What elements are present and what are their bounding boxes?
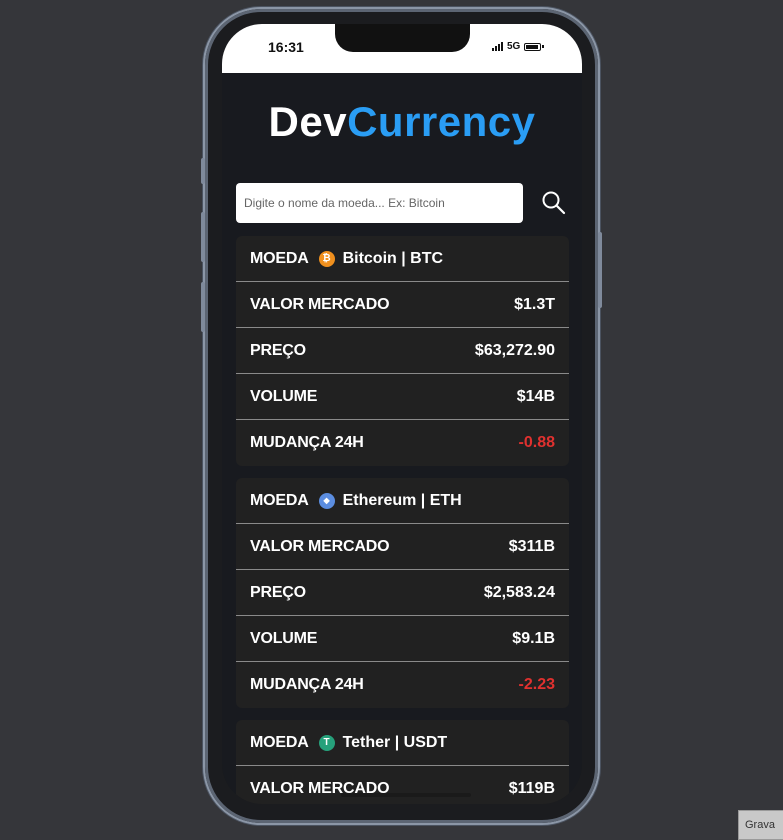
price-row: PREÇO $63,272.90 [236,328,569,374]
price-label: PREÇO [250,341,306,359]
coin-row: MOEDA ₿ Bitcoin | BTC [236,236,569,282]
status-bar: 16:31 5G [222,24,582,73]
volume-value: $9.1B [512,629,555,647]
price-value: $63,272.90 [474,341,555,359]
market-cap-value: $1.3T [514,295,555,313]
recording-tab[interactable]: Grava [738,810,783,840]
coin-card-bitcoin: MOEDA ₿ Bitcoin | BTC VALOR MERCADO $1.3… [236,236,569,466]
volume-label: VOLUME [250,387,318,405]
coin-list: MOEDA ₿ Bitcoin | BTC VALOR MERCADO $1.3… [236,236,569,804]
ethereum-icon: ◆ [318,492,335,509]
price-label: PREÇO [250,583,306,601]
market-cap-value: $119B [508,780,555,797]
coin-card-tether: MOEDA T Tether | USDT VALOR MERCADO $119… [236,720,569,804]
recording-tab-label: Grava [745,819,775,831]
market-cap-row: VALOR MERCADO $119B [236,766,569,804]
signal-icon [492,42,503,51]
coin-label: MOEDA [250,249,309,267]
price-row: PREÇO $2,583.24 [236,570,569,616]
change-row: MUDANÇA 24H -2.23 [236,662,569,708]
coin-label: MOEDA [250,491,309,509]
coin-row: MOEDA T Tether | USDT [236,720,569,766]
volume-up-button [201,212,205,262]
bitcoin-icon: ₿ [318,250,335,267]
coin-label: MOEDA [250,733,309,751]
search-icon [542,191,566,215]
coin-row: MOEDA ◆ Ethereum | ETH [236,478,569,524]
phone-screen: 16:31 5G DevCurrency MOEDA ₿ Bitcoin | B… [222,24,582,804]
power-button [598,232,602,308]
volume-value: $14B [516,387,555,405]
network-label: 5G [507,41,521,52]
market-cap-label: VALOR MERCADO [250,537,390,555]
change-label: MUDANÇA 24H [250,434,364,451]
app-logo: DevCurrency [222,98,582,146]
search-input[interactable] [236,183,523,223]
market-cap-row: VALOR MERCADO $311B [236,524,569,570]
logo-dev: Dev [268,98,348,145]
coin-card-ethereum: MOEDA ◆ Ethereum | ETH VALOR MERCADO $31… [236,478,569,708]
volume-label: VOLUME [250,629,318,647]
market-cap-row: VALOR MERCADO $1.3T [236,282,569,328]
change-label: MUDANÇA 24H [250,676,364,693]
coin-name: Tether | USDT [342,733,448,751]
change-value: -0.88 [518,434,555,451]
status-icons: 5G [492,41,545,52]
change-value: -2.23 [518,676,555,693]
home-indicator [341,793,471,797]
status-time: 16:31 [268,39,304,55]
volume-row: VOLUME $14B [236,374,569,420]
volume-row: VOLUME $9.1B [236,616,569,662]
battery-icon [524,42,545,51]
notch [335,24,470,52]
coin-name: Ethereum | ETH [342,491,462,509]
logo-currency: Currency [347,98,536,145]
market-cap-value: $311B [508,537,555,555]
price-value: $2,583.24 [483,583,555,601]
change-row: MUDANÇA 24H -0.88 [236,420,569,466]
market-cap-label: VALOR MERCADO [250,295,390,313]
coin-name: Bitcoin | BTC [342,249,444,267]
mute-switch [201,158,205,184]
tether-icon: T [318,734,335,751]
search-button[interactable] [539,188,569,218]
volume-down-button [201,282,205,332]
